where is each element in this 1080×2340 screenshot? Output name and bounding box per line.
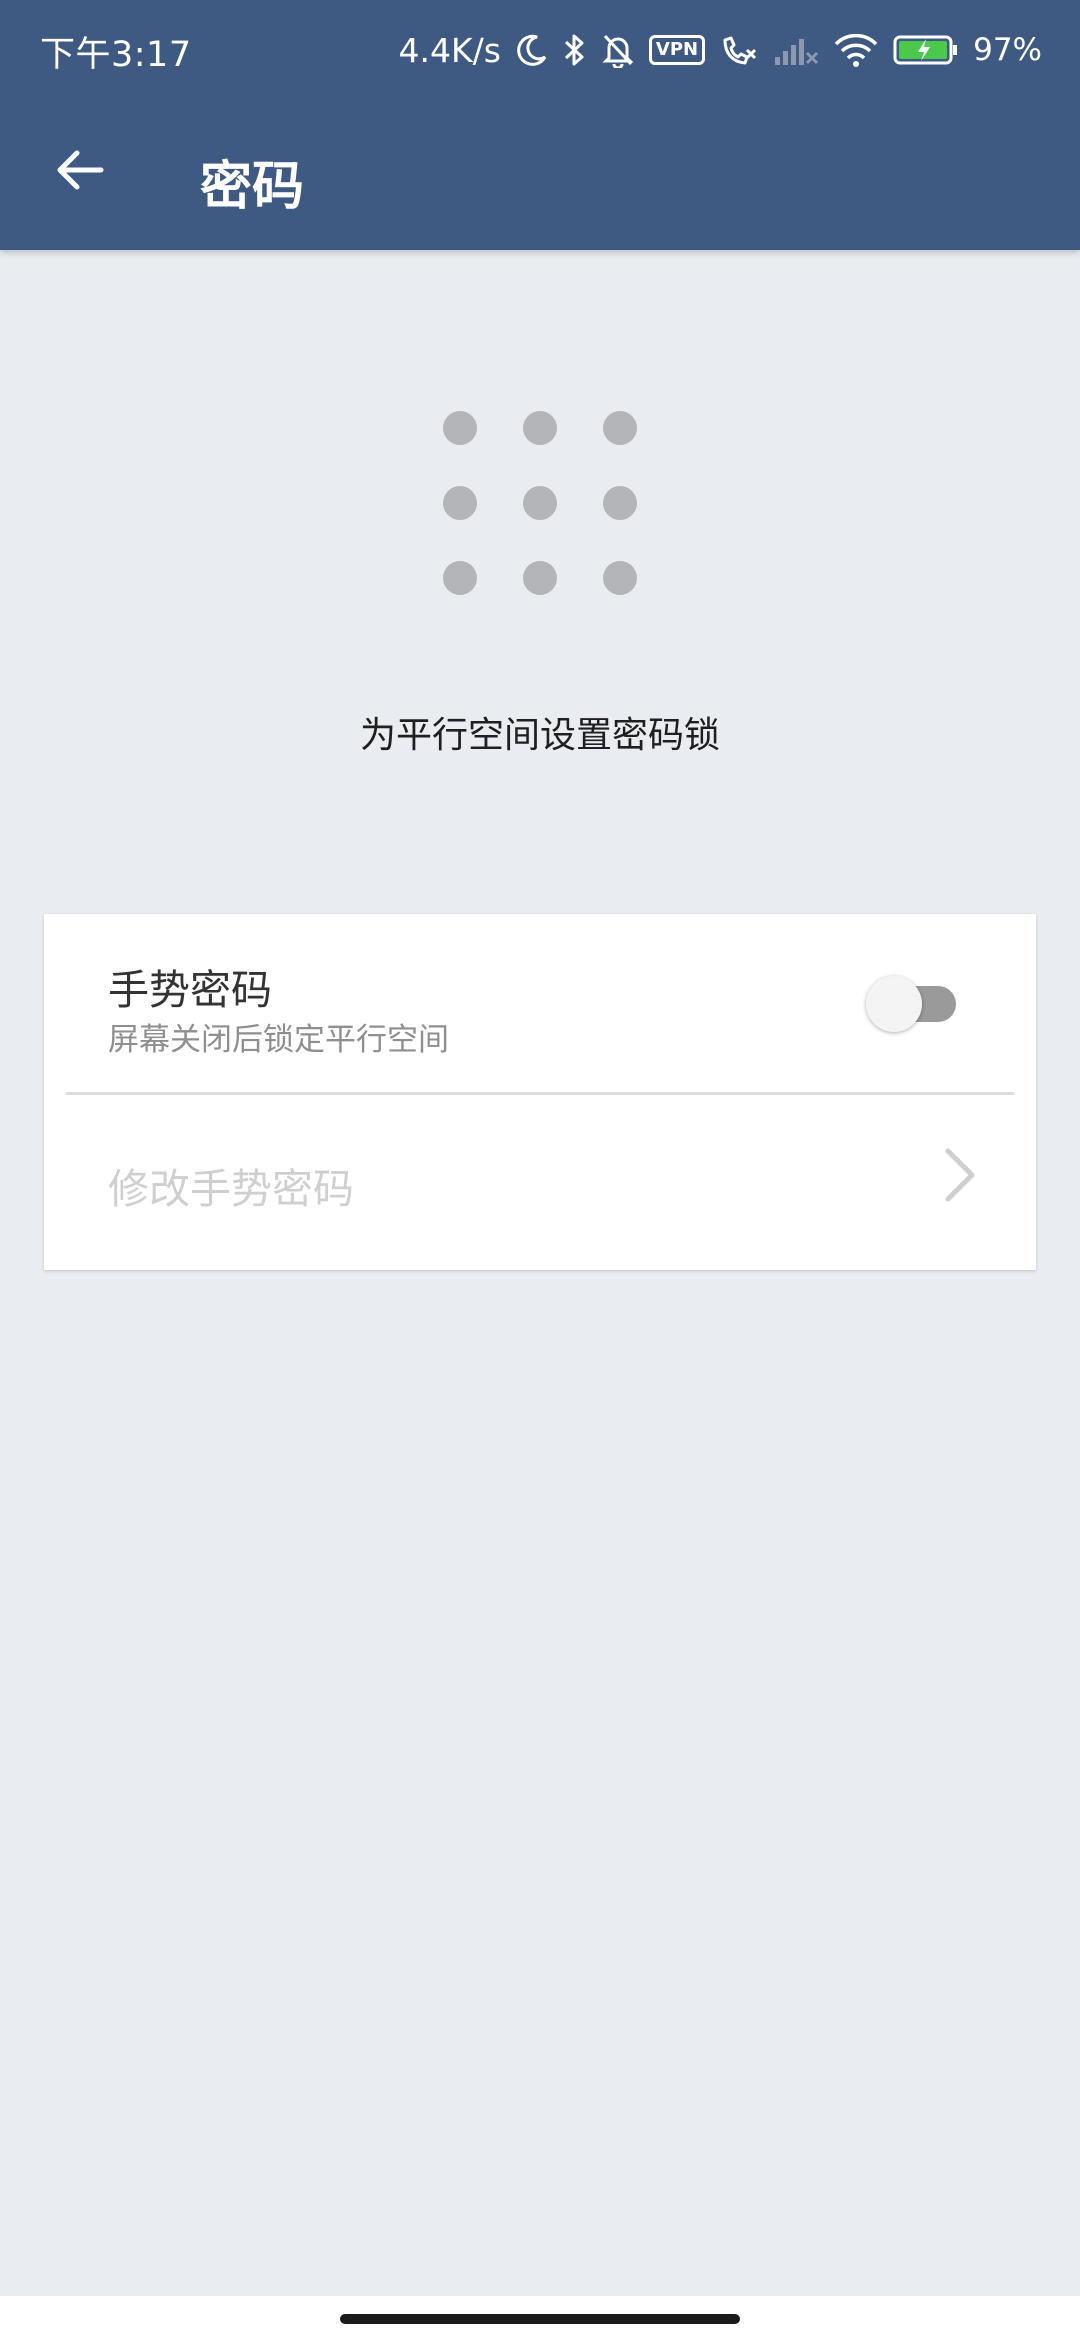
pattern-dot <box>443 561 477 595</box>
status-time: 下午3:17 <box>40 35 192 75</box>
vpn-icon: VPN <box>648 35 706 65</box>
moon-icon <box>515 33 549 67</box>
home-indicator[interactable] <box>340 2314 740 2324</box>
toggle-knob <box>866 976 922 1032</box>
gesture-password-subtitle: 屏幕关闭后锁定平行空间 <box>108 1022 449 1058</box>
settings-card: 手势密码 屏幕关闭后锁定平行空间 修改手势密码 <box>44 914 1036 1270</box>
signal-x-icon <box>773 33 819 67</box>
change-gesture-password-row[interactable]: 修改手势密码 <box>44 1095 1036 1270</box>
pattern-dot <box>603 486 637 520</box>
battery-percent: 97% <box>973 32 1042 68</box>
pattern-dot <box>523 411 557 445</box>
pattern-dot <box>443 411 477 445</box>
gesture-password-row[interactable]: 手势密码 屏幕关闭后锁定平行空间 <box>44 914 1036 1092</box>
net-speed: 4.4K/s <box>398 30 501 70</box>
battery-charging-icon <box>893 33 959 67</box>
gesture-password-toggle[interactable] <box>862 976 958 1032</box>
status-icons: 4.4K/s VPN 97% <box>398 22 1042 78</box>
pattern-dot <box>523 486 557 520</box>
page-title: 密码 <box>200 157 305 217</box>
call-x-icon <box>719 32 759 68</box>
arrow-left-icon <box>57 150 104 190</box>
pattern-dot <box>603 411 637 445</box>
chevron-right-icon <box>945 1148 975 1202</box>
status-bar: 下午3:17 4.4K/s VPN 97% <box>0 0 1080 100</box>
back-button[interactable] <box>40 130 120 210</box>
change-gesture-password-label: 修改手势密码 <box>108 1165 354 1213</box>
toolbar: 密码 <box>0 100 1080 250</box>
pattern-dot <box>603 561 637 595</box>
gesture-password-title: 手势密码 <box>108 966 272 1014</box>
bluetooth-icon <box>563 32 587 68</box>
app-header: 下午3:17 4.4K/s VPN 97% 密码 <box>0 0 1080 250</box>
bell-off-icon <box>601 32 635 68</box>
pattern-dot <box>523 561 557 595</box>
pattern-lock-icon <box>440 408 640 598</box>
wifi-icon <box>833 32 879 68</box>
pattern-dot <box>443 486 477 520</box>
lock-headline: 为平行空间设置密码锁 <box>359 715 720 756</box>
